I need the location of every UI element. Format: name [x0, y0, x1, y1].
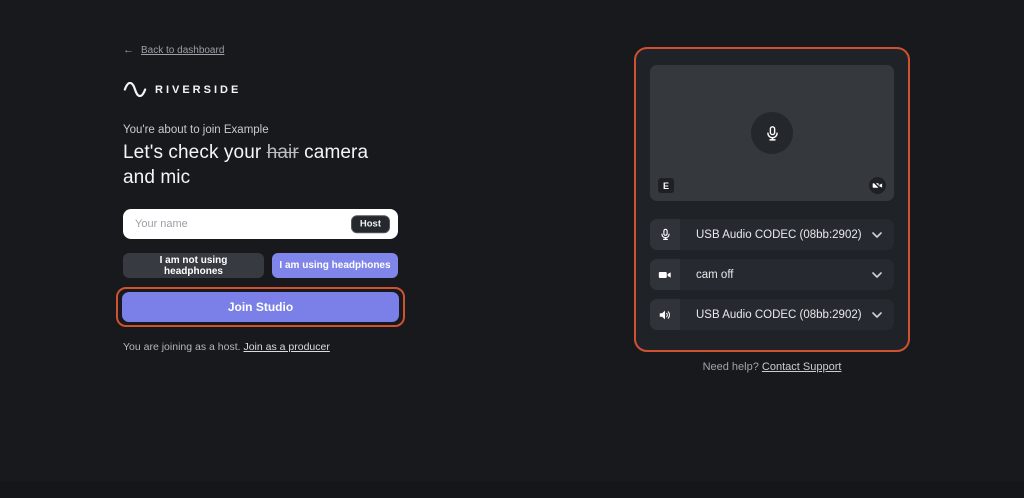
headphones-on-button[interactable]: I am using headphones [272, 253, 398, 278]
heading-strikethrough-word: hair [266, 142, 299, 163]
join-studio-button[interactable]: Join Studio [122, 292, 399, 322]
camera-select[interactable]: cam off [650, 259, 894, 290]
chevron-down-icon [872, 271, 882, 278]
page-title: Let's check your hair camera and mic [123, 140, 398, 190]
camera-preview: E [650, 65, 894, 201]
camera-select-value: cam off [696, 268, 734, 281]
speaker-select-value: USB Audio CODEC (08bb:2902) [696, 308, 862, 321]
left-arrow-icon: ← [123, 44, 134, 56]
headphones-toggle-row: I am not using headphones I am using hea… [123, 253, 398, 278]
camera-off-status [869, 177, 886, 194]
camera-off-icon [872, 181, 883, 191]
chevron-down-icon [872, 231, 882, 238]
join-as-producer-link[interactable]: Join as a producer [243, 341, 329, 353]
brand-name: RIVERSIDE [155, 83, 242, 96]
microphone-icon [766, 125, 778, 141]
back-to-dashboard-link[interactable]: Back to dashboard [141, 45, 224, 56]
join-form-column: ← Back to dashboard RIVERSIDE You're abo… [116, 40, 405, 353]
join-footnote: You are joining as a host. Join as a pro… [123, 341, 398, 353]
participant-initial-badge: E [658, 178, 674, 193]
chevron-down-icon [872, 311, 882, 318]
footnote-text: You are joining as a host. [123, 341, 241, 353]
device-panel-annotated: E USB Audio CODEC (08bb:2902) cam off US… [634, 47, 910, 352]
role-badge: Host [350, 215, 390, 233]
speaker-select[interactable]: USB Audio CODEC (08bb:2902) [650, 299, 894, 330]
annotation-box-join-button: Join Studio [116, 287, 405, 327]
headphones-off-button[interactable]: I am not using headphones [123, 253, 264, 278]
heading-text-before: Let's check your [123, 142, 262, 163]
join-subtitle: You're about to join Example [123, 124, 269, 136]
microphone-select[interactable]: USB Audio CODEC (08bb:2902) [650, 219, 894, 250]
help-text: Need help? [702, 361, 759, 373]
help-row: Need help? Contact Support [634, 361, 910, 373]
sine-wave-icon [123, 82, 147, 97]
camera-icon [650, 259, 680, 290]
contact-support-link[interactable]: Contact Support [762, 361, 842, 373]
speaker-icon [650, 299, 680, 330]
avatar-circle [751, 112, 793, 154]
back-to-dashboard-row: ← Back to dashboard [123, 44, 398, 56]
microphone-select-value: USB Audio CODEC (08bb:2902) [696, 228, 862, 241]
microphone-icon [650, 219, 680, 250]
riverside-logo: RIVERSIDE [123, 82, 398, 97]
name-input-row: Host [123, 209, 398, 239]
bottom-edge-strip [0, 481, 1024, 498]
